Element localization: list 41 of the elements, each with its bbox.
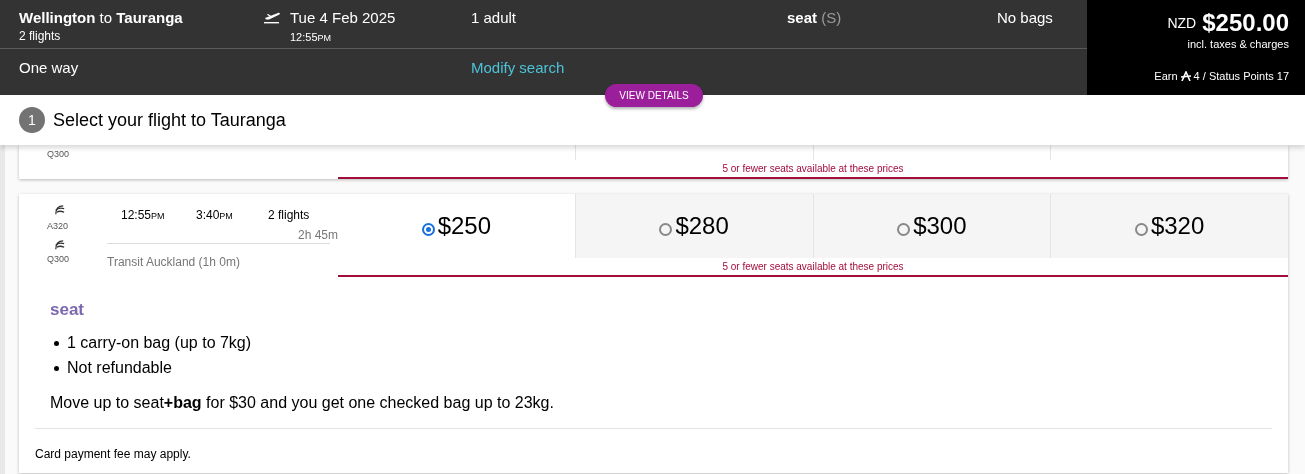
step-number: 1 bbox=[19, 107, 45, 133]
duration: 2h 45m bbox=[297, 227, 338, 244]
price-note: incl. taxes & charges bbox=[1187, 37, 1289, 52]
bullet-icon bbox=[54, 365, 59, 371]
payment-fee-note: Card payment fee may apply. bbox=[35, 446, 191, 461]
currency: NZD bbox=[1167, 14, 1197, 33]
stops: 2 flights bbox=[268, 207, 310, 224]
fare-option[interactable]: $280 bbox=[574, 194, 813, 258]
flights-count: 2 flights bbox=[19, 28, 61, 45]
earn-label: Earn bbox=[1154, 68, 1178, 84]
aircraft-type: A320 bbox=[47, 220, 69, 233]
flight-date: Tue 4 Feb 2025 bbox=[290, 8, 396, 28]
bullet-icon bbox=[54, 340, 59, 346]
fare-feature: Not refundable bbox=[67, 358, 172, 378]
view-details-button[interactable]: VIEW DETAILS bbox=[605, 84, 703, 107]
departure-time: 12:55PM bbox=[121, 207, 165, 224]
route-title: Wellington to Tauranga bbox=[19, 8, 183, 28]
fare-option[interactable]: $300 bbox=[812, 194, 1051, 258]
transit-info: Transit Auckland (1h 0m) bbox=[107, 255, 240, 269]
upsell-text: Move up to seat+bag for $30 and you get one checked bag up to 23kg. bbox=[50, 392, 555, 413]
fare-option[interactable]: $320 bbox=[1050, 194, 1288, 258]
modify-search-link[interactable]: Modify search bbox=[471, 57, 565, 80]
aircraft-type: Q300 bbox=[47, 148, 70, 161]
total-price: $250.00 bbox=[1202, 9, 1289, 37]
seats-warning: 5 or fewer seats available at these prices bbox=[722, 162, 904, 176]
fare-class: seat (S) bbox=[787, 8, 842, 28]
aircraft-type: Q300 bbox=[47, 253, 70, 266]
airline-icon bbox=[53, 238, 66, 251]
status-points: 4 / Status Points 17 bbox=[1193, 68, 1289, 84]
fare-name: seat bbox=[50, 299, 86, 321]
airline-icon bbox=[53, 203, 66, 216]
seats-warning: 5 or fewer seats available at these prices bbox=[722, 260, 904, 274]
passengers: 1 adult bbox=[471, 8, 517, 28]
trip-type: One way bbox=[19, 58, 79, 78]
airpoints-icon bbox=[1180, 70, 1191, 81]
departure-time: 12:55PM bbox=[290, 30, 332, 45]
bags: No bags bbox=[997, 8, 1053, 28]
step-title: Select your flight to Tauranga bbox=[53, 108, 286, 132]
arrival-time: 3:40PM bbox=[196, 207, 233, 224]
takeoff-icon bbox=[263, 10, 281, 24]
fare-feature: 1 carry-on bag (up to 7kg) bbox=[67, 333, 252, 353]
